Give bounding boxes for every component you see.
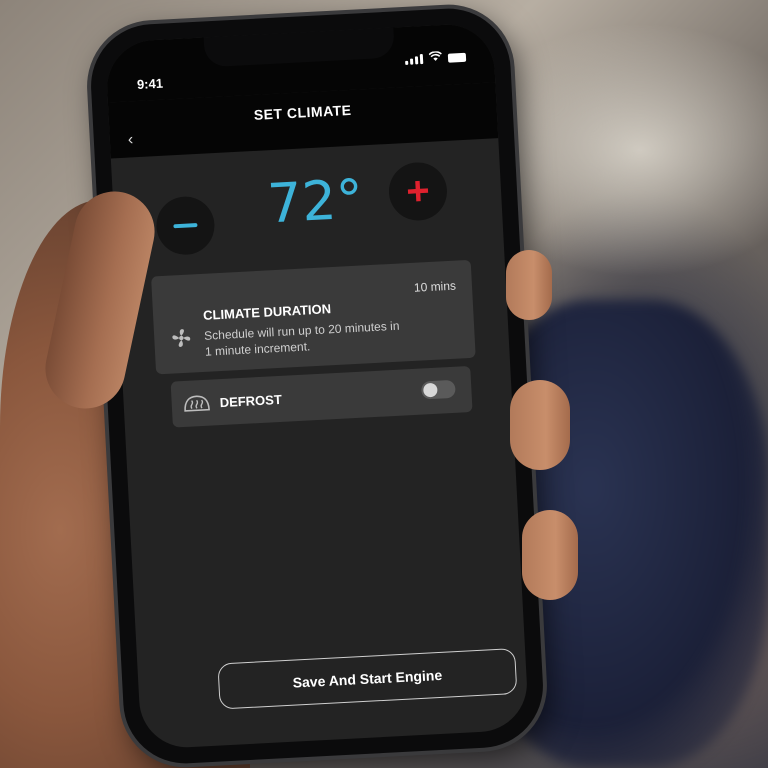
notch [203,27,395,68]
hand-finger-3 [522,510,578,600]
climate-duration-value: 10 mins [413,278,457,295]
defrost-label: DEFROST [219,391,283,411]
defrost-icon [181,392,212,421]
plus-icon: + [405,168,431,215]
signal-icon [405,54,424,65]
page-title: SET CLIMATE [253,101,352,123]
phone-screen: 9:41 ‹ SET CLIMATE 72° + CLIMATE DURATIO… [104,22,530,750]
increase-temperature-button[interactable]: + [387,160,449,222]
temperature-value: 72° [265,167,365,236]
status-time: 9:41 [136,75,164,92]
fan-icon [170,326,193,354]
climate-duration-description: Schedule will run up to 20 minutes in 1 … [203,318,400,359]
decrease-temperature-button[interactable] [154,195,216,257]
hand-finger-2 [510,380,570,470]
minus-icon [173,223,198,229]
back-button[interactable]: ‹ [127,131,133,149]
temperature-control: 72° + [112,160,504,260]
defrost-row: DEFROST [170,365,473,428]
climate-duration-card[interactable]: CLIMATE DURATION 10 mins Schedule will r… [151,259,476,375]
toggle-knob [423,382,438,398]
status-icons [405,50,467,65]
battery-icon [447,52,467,63]
wifi-icon [428,51,443,64]
defrost-toggle[interactable] [420,379,456,400]
hand-finger-1 [506,250,552,320]
climate-duration-title: CLIMATE DURATION [202,301,332,323]
save-and-start-engine-button[interactable]: Save And Start Engine [217,647,518,710]
phone-device: 9:41 ‹ SET CLIMATE 72° + CLIMATE DURATIO… [87,5,547,767]
